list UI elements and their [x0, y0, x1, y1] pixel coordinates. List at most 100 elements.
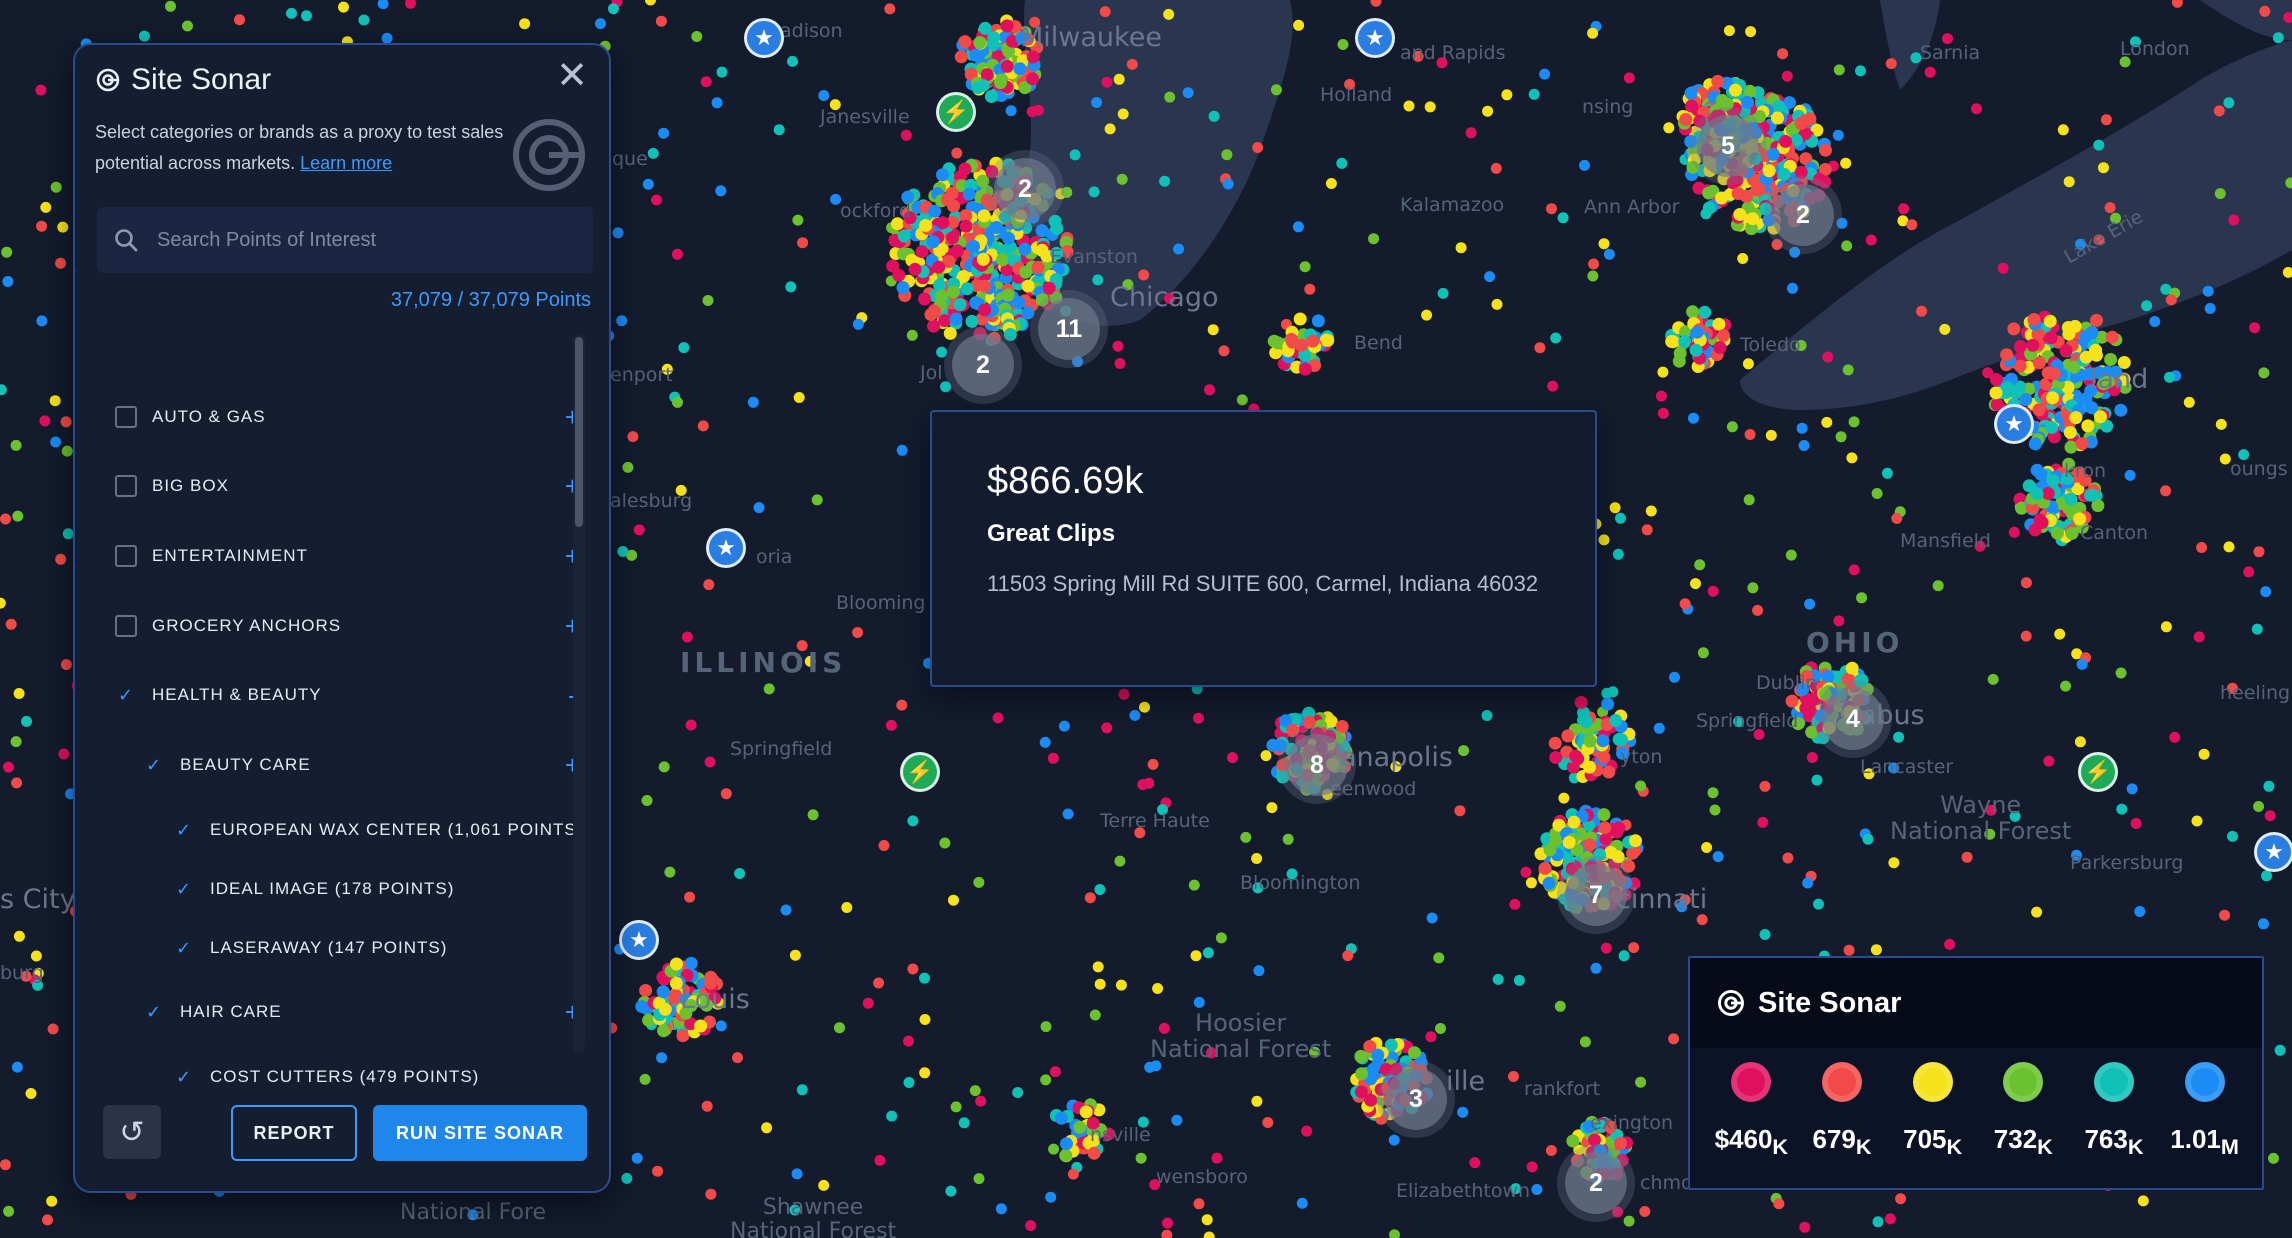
- poi-dot[interactable]: [903, 1035, 914, 1047]
- poi-dot[interactable]: [1684, 86, 1698, 100]
- poi-dot[interactable]: [519, 18, 531, 30]
- poi-dot[interactable]: [2130, 36, 2141, 48]
- poi-dot[interactable]: [658, 127, 670, 139]
- poi-dot[interactable]: [1855, 673, 1869, 687]
- poi-dot[interactable]: [947, 199, 961, 213]
- poi-dot[interactable]: [975, 1095, 987, 1107]
- poi-dot[interactable]: [976, 252, 990, 266]
- poi-dot[interactable]: [1753, 729, 1765, 740]
- poi-dot[interactable]: [1744, 429, 1756, 440]
- star-pin-icon[interactable]: ★: [744, 18, 784, 58]
- poi-dot[interactable]: [716, 66, 728, 78]
- poi-dot[interactable]: [1403, 100, 1415, 112]
- poi-dot[interactable]: [1836, 217, 1848, 229]
- poi-dot[interactable]: [1509, 898, 1521, 910]
- poi-dot[interactable]: [1635, 780, 1647, 792]
- poi-dot[interactable]: [852, 318, 864, 330]
- poi-dot[interactable]: [1240, 831, 1252, 843]
- list-scrollbar[interactable]: [573, 333, 585, 1053]
- poi-dot[interactable]: [2196, 542, 2208, 553]
- poi-dot[interactable]: [1841, 240, 1853, 252]
- poi-dot[interactable]: [1600, 942, 1612, 954]
- poi-dot[interactable]: [2227, 830, 2238, 842]
- poi-dot[interactable]: [1073, 1120, 1087, 1134]
- poi-dot[interactable]: [2032, 403, 2046, 417]
- poi-dot[interactable]: [1104, 123, 1116, 135]
- poi-dot[interactable]: [935, 289, 949, 303]
- poi-dot[interactable]: [1813, 173, 1826, 186]
- poi-dot[interactable]: [2193, 631, 2205, 643]
- poi-dot[interactable]: [1171, 1114, 1183, 1126]
- poi-dot[interactable]: [1872, 1216, 1884, 1228]
- poi-dot[interactable]: [1615, 512, 1626, 524]
- learn-more-link[interactable]: Learn more: [300, 153, 392, 173]
- poi-dot[interactable]: [978, 21, 992, 35]
- poi-dot[interactable]: [1543, 843, 1557, 857]
- poi-dot[interactable]: [1137, 779, 1149, 791]
- poi-dot[interactable]: [2030, 487, 2044, 501]
- poi-dot[interactable]: [1679, 598, 1691, 610]
- poi-dot[interactable]: [2258, 367, 2270, 379]
- poi-dot[interactable]: [2046, 391, 2059, 405]
- poi-dot[interactable]: [2219, 453, 2231, 465]
- poi-dot[interactable]: [622, 461, 634, 473]
- poi-dot[interactable]: [906, 329, 918, 341]
- poi-dot[interactable]: [1193, 712, 1204, 724]
- poi-dot[interactable]: [57, 221, 69, 233]
- poi-dot[interactable]: [2183, 396, 2195, 408]
- poi-dot[interactable]: [2260, 586, 2272, 598]
- poi-dot[interactable]: [1582, 1120, 1596, 1133]
- poi-dot[interactable]: [1686, 305, 1700, 319]
- poi-dot[interactable]: [2130, 818, 2142, 829]
- poi-dot[interactable]: [1026, 72, 1040, 86]
- subcategory-hair-care[interactable]: ✓ HAIR CARE +: [143, 992, 575, 1032]
- poi-dot[interactable]: [2027, 313, 2041, 326]
- poi-dot[interactable]: [2204, 303, 2216, 314]
- poi-dot[interactable]: [2007, 322, 2021, 336]
- poi-dot[interactable]: [672, 396, 683, 408]
- poi-dot[interactable]: [1018, 242, 1032, 256]
- poi-dot[interactable]: [1412, 50, 1424, 62]
- poi-dot[interactable]: [940, 381, 952, 393]
- poi-dot[interactable]: [2043, 755, 2055, 767]
- poi-dot[interactable]: [1614, 733, 1628, 747]
- poi-dot[interactable]: [1293, 19, 1305, 31]
- poi-dot[interactable]: [1702, 201, 1716, 215]
- poi-dot[interactable]: [1609, 502, 1621, 514]
- poi-dot[interactable]: [1806, 752, 1818, 763]
- poi-dot[interactable]: [2214, 188, 2226, 200]
- poi-dot[interactable]: [2000, 381, 2014, 395]
- poi-dot[interactable]: [670, 957, 683, 971]
- poi-dot[interactable]: [834, 1022, 845, 1034]
- poi-dot[interactable]: [1561, 729, 1575, 743]
- poi-dot[interactable]: [1641, 524, 1653, 536]
- poi-dot[interactable]: [2073, 512, 2087, 526]
- poi-dot[interactable]: [1588, 258, 1600, 270]
- star-pin-icon[interactable]: ★: [2254, 832, 2292, 872]
- poi-dot[interactable]: [2110, 212, 2122, 224]
- poi-dot[interactable]: [1152, 983, 1164, 994]
- poi-dot[interactable]: [789, 1204, 801, 1216]
- poi-dot[interactable]: [1149, 1179, 1161, 1191]
- poi-dot[interactable]: [1726, 421, 1738, 433]
- checkbox[interactable]: [115, 615, 137, 637]
- poi-dot[interactable]: [1635, 1076, 1647, 1088]
- poi-dot[interactable]: [1058, 720, 1070, 732]
- poi-dot[interactable]: [1211, 1152, 1223, 1164]
- cluster-joliet[interactable]: 2: [952, 334, 1014, 396]
- poi-dot[interactable]: [1863, 768, 1875, 780]
- poi-dot[interactable]: [1113, 73, 1125, 85]
- poi-dot[interactable]: [2119, 56, 2131, 68]
- poi-dot[interactable]: [1583, 734, 1597, 748]
- poi-dot[interactable]: [1665, 335, 1679, 348]
- poi-dot[interactable]: [1059, 1149, 1073, 1162]
- poi-dot[interactable]: [1335, 720, 1349, 733]
- poi-dot[interactable]: [2124, 469, 2136, 481]
- poi-dot[interactable]: [1733, 716, 1745, 727]
- poi-dot[interactable]: [1021, 279, 1035, 293]
- poi-dot[interactable]: [2069, 411, 2083, 425]
- poi-dot[interactable]: [969, 1085, 981, 1097]
- poi-dot[interactable]: [1888, 762, 1900, 774]
- poi-dot[interactable]: [2164, 371, 2175, 383]
- poi-dot[interactable]: [1039, 736, 1051, 748]
